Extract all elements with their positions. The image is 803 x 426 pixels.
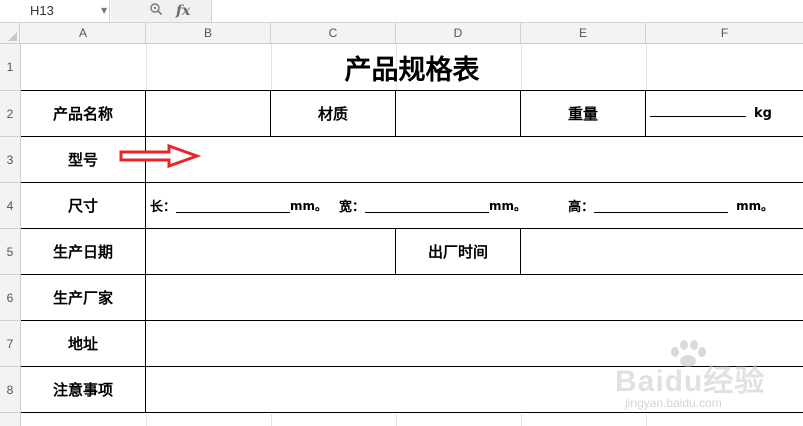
model-value[interactable]	[146, 137, 803, 182]
weight-label[interactable]: 重量	[521, 91, 645, 136]
row-header-4[interactable]: 4	[0, 183, 20, 229]
column-header-b[interactable]: B	[146, 23, 271, 43]
row-header-7[interactable]: 7	[0, 321, 20, 367]
chevron-down-icon[interactable]: ▼	[101, 0, 107, 22]
cell-reference: H13	[30, 3, 54, 18]
row-header-1[interactable]: 1	[0, 44, 20, 91]
weight-value[interactable]: kg	[646, 91, 803, 136]
production-date-value[interactable]	[146, 229, 395, 274]
address-label[interactable]: 地址	[21, 321, 145, 366]
material-label[interactable]: 材质	[271, 91, 395, 136]
material-value[interactable]	[396, 91, 520, 136]
factory-time-value[interactable]	[521, 229, 803, 274]
function-icon[interactable]: fx	[176, 0, 190, 22]
height-blank-line	[594, 198, 729, 213]
size-value[interactable]: 长： mm。 宽： mm。 高： mm。	[146, 183, 803, 228]
length-blank-line	[176, 198, 291, 213]
row-header-bar: 1 2 3 4 5 6 7 8	[0, 44, 21, 426]
zoom-icon[interactable]	[150, 3, 162, 15]
column-header-c[interactable]: C	[271, 23, 396, 43]
height-unit: mm。	[736, 199, 774, 213]
watermark-url: jingyan.baidu.com	[625, 396, 722, 410]
notes-label[interactable]: 注意事项	[21, 367, 145, 412]
production-date-label[interactable]: 生产日期	[21, 229, 145, 274]
column-header-a[interactable]: A	[21, 23, 146, 43]
row-header-3[interactable]: 3	[0, 137, 20, 183]
weight-blank-line	[650, 102, 746, 117]
column-header-d[interactable]: D	[396, 23, 521, 43]
manufacturer-value[interactable]	[146, 275, 803, 320]
formula-input[interactable]	[212, 0, 803, 22]
column-header-e[interactable]: E	[521, 23, 646, 43]
watermark-brand: Baidu经验	[615, 365, 766, 398]
length-label: 长：	[150, 200, 177, 215]
row-header-8[interactable]: 8	[0, 367, 20, 413]
height-label: 高：	[568, 200, 595, 215]
column-header-bar: A B C D E F	[0, 23, 803, 44]
size-label[interactable]: 尺寸	[21, 183, 145, 228]
weight-unit: kg	[754, 106, 772, 121]
sheet-title[interactable]: 产品规格表	[21, 44, 803, 90]
product-name-label[interactable]: 产品名称	[21, 91, 145, 136]
baidu-watermark: Baidu经验 jingyan.baidu.com	[615, 340, 803, 426]
manufacturer-label[interactable]: 生产厂家	[21, 275, 145, 320]
width-blank-line	[365, 198, 490, 213]
product-name-value[interactable]	[146, 91, 270, 136]
select-all-button[interactable]	[0, 23, 20, 43]
formula-bar: H13 ▼ fx	[0, 0, 803, 23]
row-header-6[interactable]: 6	[0, 275, 20, 321]
row-header-5[interactable]: 5	[0, 229, 20, 275]
red-arrow-icon	[119, 144, 201, 168]
row-header-2[interactable]: 2	[0, 91, 20, 137]
width-label: 宽：	[339, 200, 366, 215]
width-unit: mm。	[489, 199, 527, 213]
column-header-f[interactable]: F	[646, 23, 803, 43]
length-unit: mm。	[290, 199, 328, 213]
factory-time-label[interactable]: 出厂时间	[396, 229, 520, 274]
name-box[interactable]: H13	[0, 0, 110, 22]
